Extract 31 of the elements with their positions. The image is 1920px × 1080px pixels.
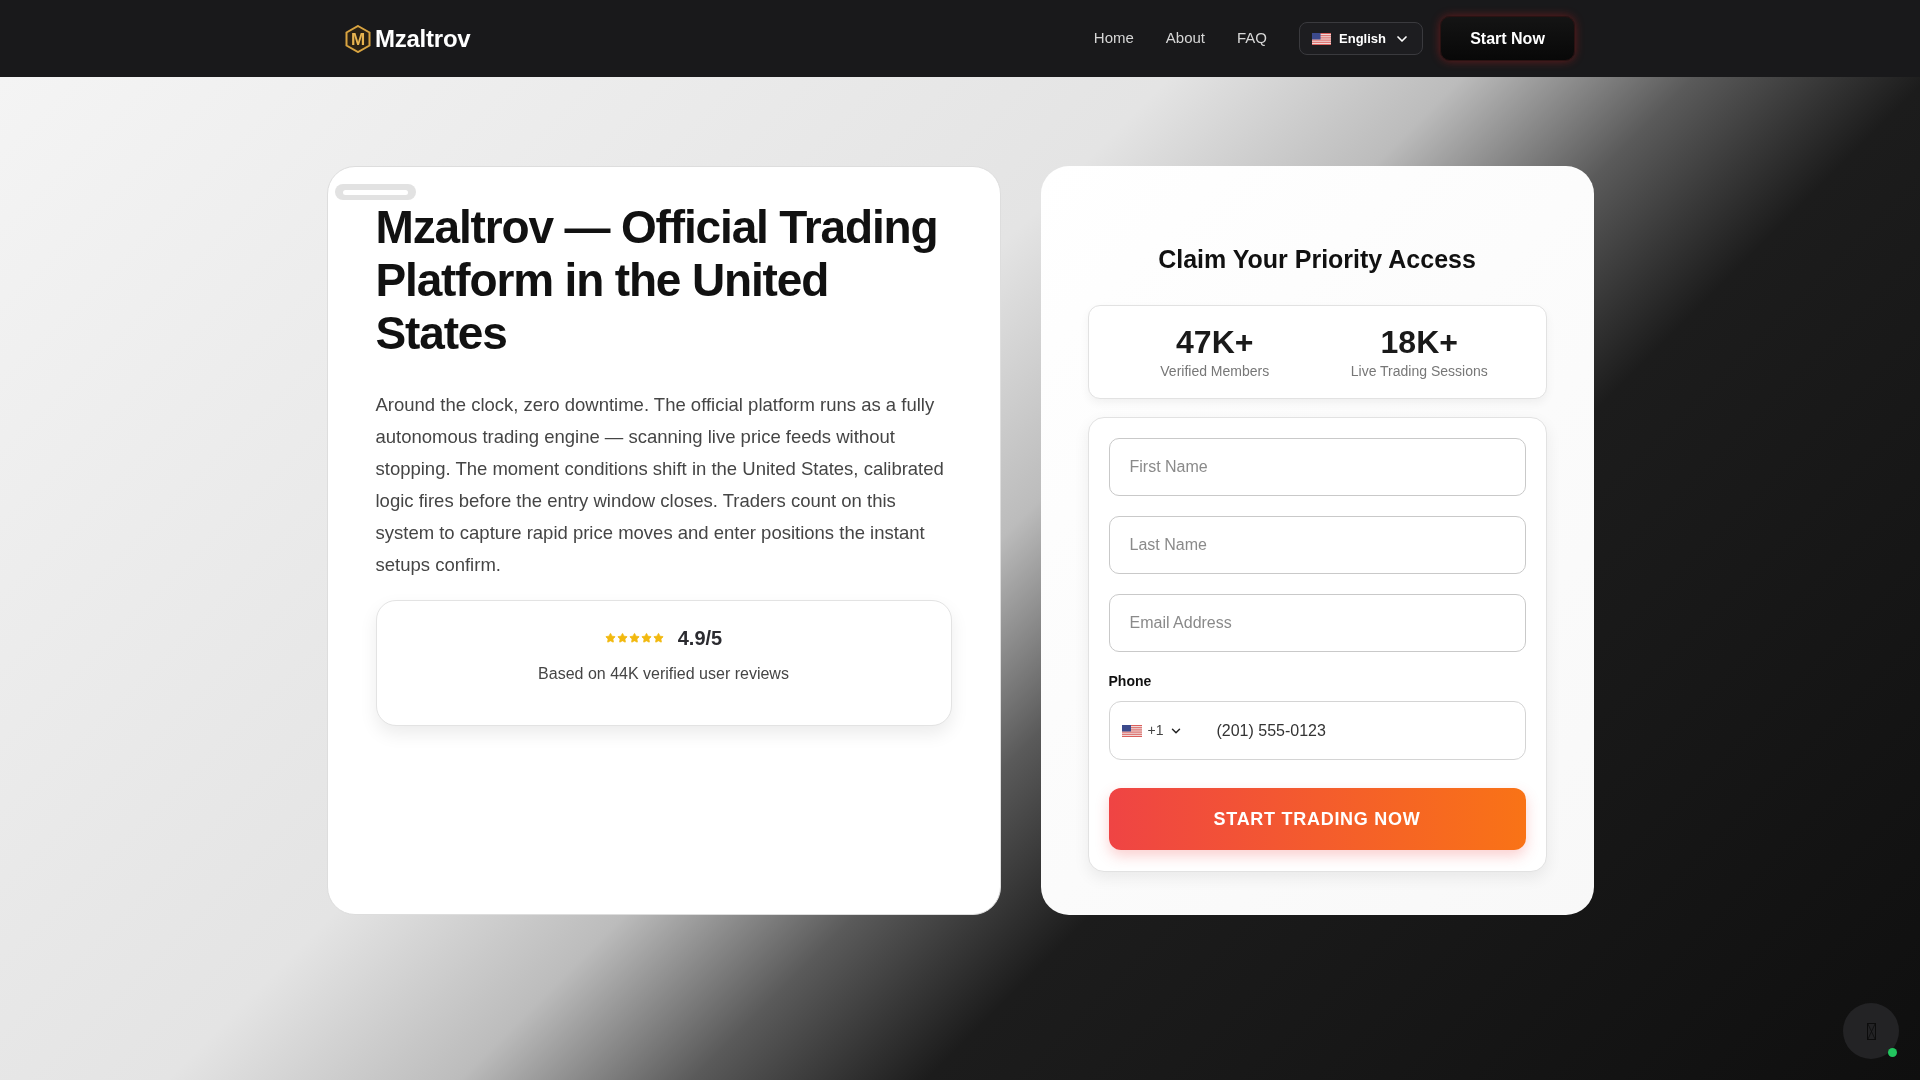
nav-link[interactable]: About xyxy=(1165,27,1206,50)
country-code-selector[interactable]: +1 xyxy=(1121,720,1184,741)
nav-link[interactable]: Home xyxy=(1093,27,1134,50)
text-input-field[interactable]: Last Name xyxy=(1108,516,1526,574)
star-icon xyxy=(640,632,652,644)
phone-input-field[interactable]: +1 (201) 555-0123 xyxy=(1108,701,1526,760)
stat-label: Live Trading Sessions xyxy=(1350,362,1488,381)
signup-title: Claim Your Priority Access xyxy=(1157,244,1477,275)
us-flag-icon xyxy=(1121,724,1142,737)
star-icon xyxy=(604,632,616,644)
brand-name[interactable]: Mzaltrov xyxy=(375,20,471,57)
stat-label: Verified Members xyxy=(1160,362,1270,381)
phone-label: Phone xyxy=(1108,672,1153,691)
us-flag-icon xyxy=(1312,32,1332,45)
glyph-box-icon xyxy=(1866,1022,1876,1040)
nav-link[interactable]: FAQ xyxy=(1237,27,1268,50)
stat-value: 47K+ xyxy=(1176,323,1254,361)
phone-number-value: (201) 555-0123 xyxy=(1216,720,1326,741)
text-input-field[interactable]: First Name xyxy=(1108,438,1526,496)
rating-caption: Based on 44K verified user reviews xyxy=(538,664,789,684)
hero-description: Around the clock, zero downtime. The official platform runs as a fully autonomous trading engine — scanning live price feeds without stopping. The moment conditions shift in the United States, calibrated logic fires before the entry window closes. Traders count on this system to capture rapid price moves and enter positions the instant setups confirm. xyxy=(375,393,945,577)
star-icon xyxy=(616,632,628,644)
rating-score: 4.9/5 xyxy=(677,626,723,651)
star-icon xyxy=(628,632,640,644)
star-icon xyxy=(652,632,664,644)
language-selector[interactable]: English xyxy=(1299,22,1423,55)
logo-mark: M xyxy=(345,24,371,53)
start-now-button[interactable]: Start Now xyxy=(1440,16,1575,61)
hero-title: Mzaltrov — Official Trading Platform in the United States xyxy=(375,201,939,360)
text-input-field[interactable]: Email Address xyxy=(1108,594,1526,652)
stat-value: 18K+ xyxy=(1380,323,1458,361)
